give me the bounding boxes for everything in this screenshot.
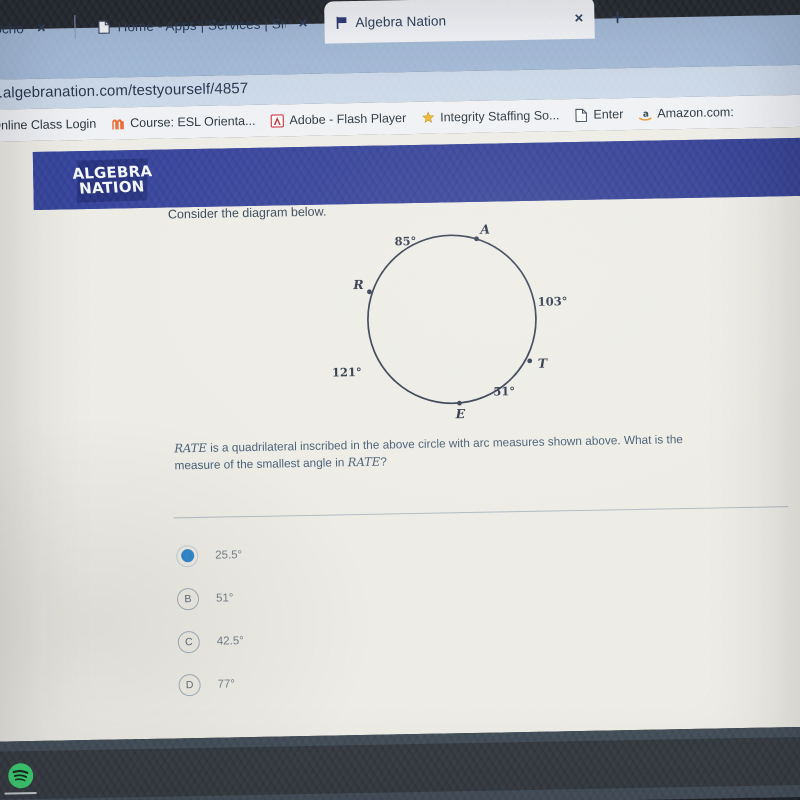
- bookmark-amazon[interactable]: a Amazon.com:: [638, 105, 734, 122]
- radio-button-b[interactable]: B: [176, 587, 200, 610]
- arc-label-51: 51°: [493, 384, 515, 398]
- choice-d[interactable]: D 77°: [178, 658, 499, 707]
- taskbar-item-spotify[interactable]: [0, 751, 49, 800]
- question-text-end: ?: [380, 454, 388, 469]
- quad-name-2: RATE: [347, 454, 381, 470]
- tab-home-apps[interactable]: Home - Apps | Services | Sites ×: [86, 2, 319, 48]
- diagram-circle: [367, 234, 537, 405]
- star-icon: [422, 110, 435, 123]
- bookmark-online-class-login[interactable]: Online Class Login: [0, 116, 96, 133]
- logo-line-2: NATION: [78, 177, 146, 198]
- choice-b-text: 51°: [215, 591, 234, 605]
- bookmark-label: Online Class Login: [0, 116, 97, 133]
- choice-b[interactable]: B 51°: [176, 572, 498, 621]
- question-text-mid: is a quadrilateral inscribed in the abov…: [174, 432, 684, 473]
- bookmark-adobe-flash[interactable]: Adobe - Flash Player: [270, 111, 406, 128]
- prompt-heading: Consider the diagram below.: [167, 204, 327, 222]
- close-icon[interactable]: ×: [574, 9, 583, 26]
- choice-c-text: 42.5°: [216, 634, 244, 648]
- tab-label: Algebra Nation: [355, 12, 447, 30]
- svg-text:a: a: [643, 109, 649, 119]
- circle-diagram: A R T E 85° 103° 51° 121°: [328, 217, 582, 427]
- radio-dot: [180, 549, 194, 563]
- radio-button-c[interactable]: C: [177, 630, 200, 653]
- bookmark-label: Adobe - Flash Player: [289, 111, 407, 128]
- bookmark-label: Course: ESL Orienta...: [130, 113, 256, 131]
- moodle-icon: [112, 118, 124, 129]
- vertex-point-T: [527, 358, 533, 364]
- spotify-icon: [7, 762, 33, 788]
- choice-d-text: 77°: [217, 677, 236, 691]
- label-A: A: [479, 222, 490, 237]
- radio-button-a[interactable]: [176, 544, 199, 567]
- arc-label-85: 85°: [394, 234, 416, 248]
- tab-label: Public Scho: [0, 20, 25, 37]
- choice-c[interactable]: C 42.5°: [177, 615, 498, 664]
- quad-name-1: RATE: [174, 440, 208, 456]
- arc-label-103: 103°: [537, 294, 567, 309]
- arc-label-121: 121°: [332, 365, 362, 380]
- bookmark-label: Amazon.com:: [657, 105, 734, 121]
- close-icon[interactable]: ×: [37, 19, 46, 36]
- label-E: E: [455, 406, 466, 421]
- answer-choices: 25.5° B 51° C 42.5° D 77°: [176, 529, 499, 707]
- label-R: R: [352, 277, 364, 292]
- vertex-point-E: [457, 400, 462, 406]
- radio-button-d[interactable]: D: [178, 673, 201, 696]
- algebra-nation-logo[interactable]: ALGEBRA NATION: [72, 158, 153, 203]
- bookmark-course-esl[interactable]: Course: ESL Orienta...: [111, 113, 256, 131]
- vertex-point-A: [474, 236, 479, 242]
- tab-label: Home - Apps | Services | Sites: [117, 15, 286, 34]
- tab-public-school[interactable]: Public Scho ×: [0, 6, 71, 50]
- tab-algebra-nation[interactable]: Algebra Nation ×: [324, 0, 595, 44]
- choice-a[interactable]: 25.5°: [176, 529, 497, 578]
- bookmark-label: Integrity Staffing So...: [440, 108, 560, 125]
- bookmark-label: Enter: [593, 107, 624, 122]
- flag-icon: [336, 16, 347, 29]
- bookmark-integrity-staffing[interactable]: Integrity Staffing So...: [421, 108, 560, 126]
- bookmark-enter[interactable]: Enter: [574, 107, 623, 123]
- label-T: T: [538, 356, 549, 371]
- page-icon: [98, 20, 110, 34]
- close-icon[interactable]: ×: [298, 14, 307, 31]
- amazon-icon: a: [639, 109, 652, 121]
- page-icon: [575, 108, 588, 122]
- choice-a-text: 25.5°: [215, 548, 243, 562]
- screen-photo: Public Scho × Home - Apps | Services | S…: [0, 0, 800, 800]
- adobe-icon: [270, 113, 285, 128]
- new-tab-button[interactable]: +: [610, 4, 625, 31]
